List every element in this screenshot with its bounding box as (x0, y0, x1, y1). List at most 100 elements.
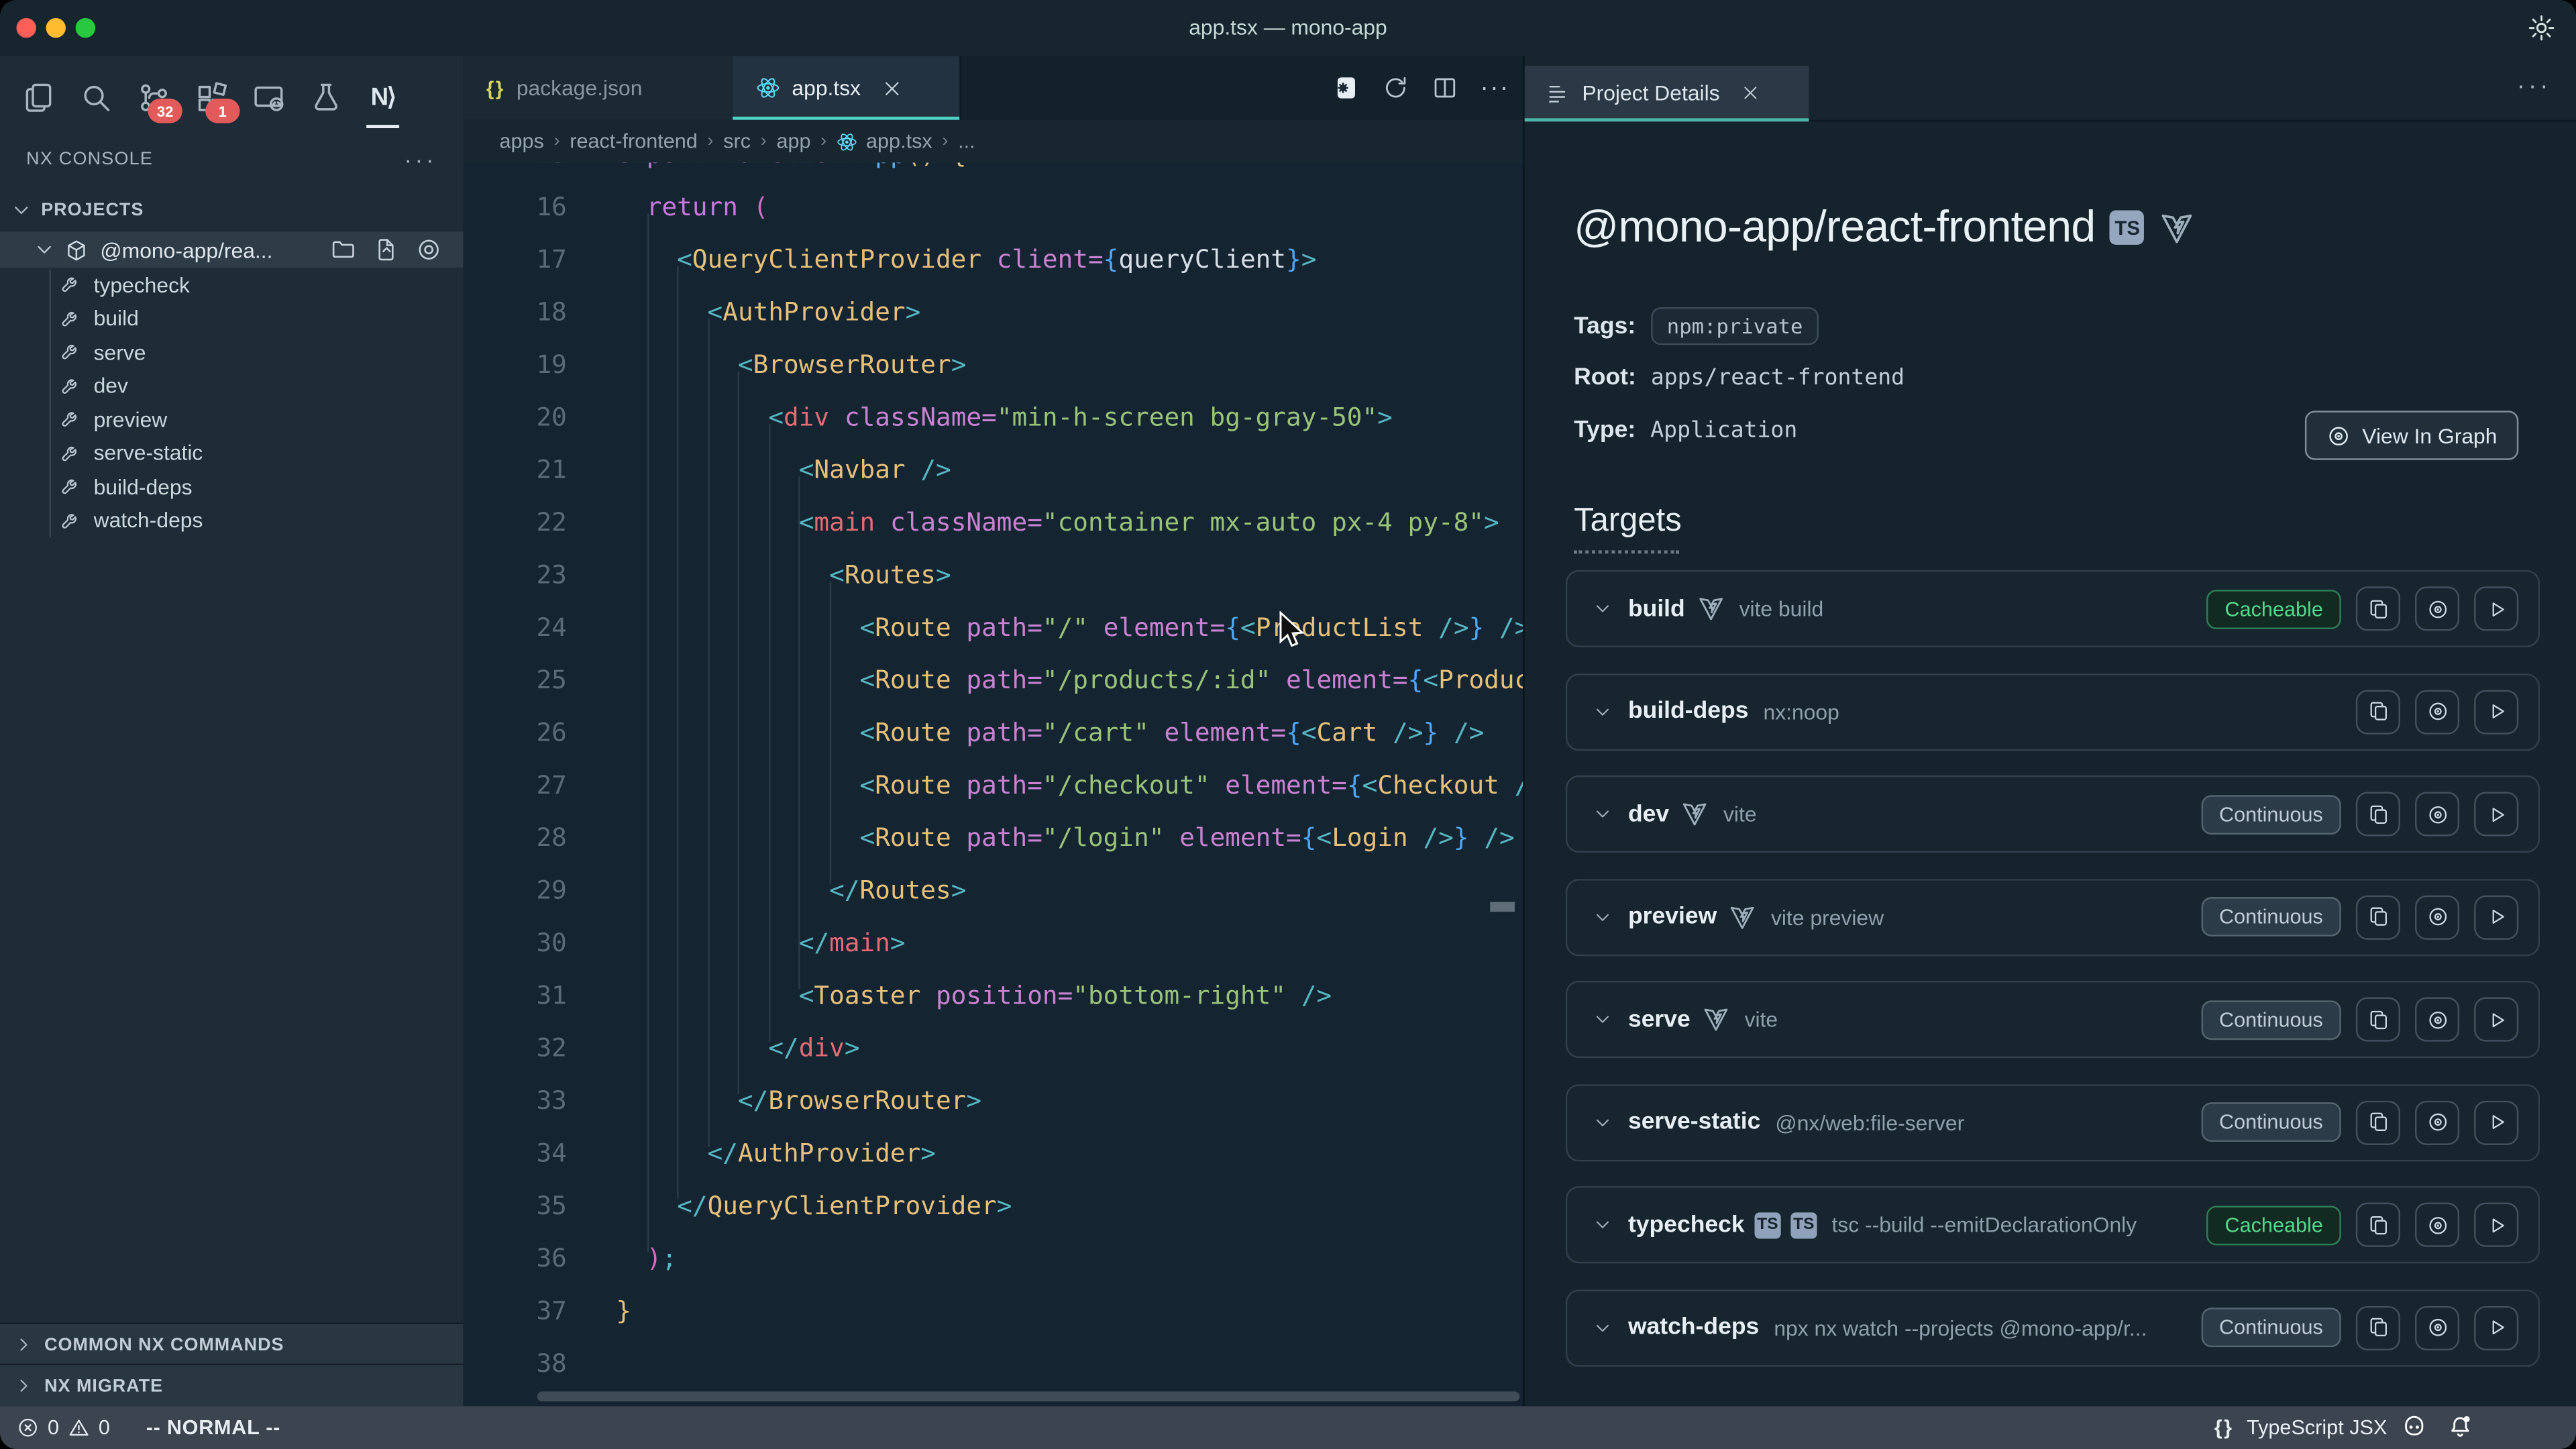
view-target-graph-button[interactable] (2415, 998, 2459, 1042)
target-card-build[interactable]: build vite build Cacheable (1566, 570, 2540, 647)
sidebar-more-actions[interactable]: ··· (404, 146, 437, 172)
code-area[interactable]: 15export function App() {16 return (17 <… (464, 145, 1523, 1407)
close-tab-icon[interactable] (880, 76, 903, 99)
copy-task-button[interactable] (2356, 1305, 2400, 1350)
active-view-indicator (366, 125, 399, 128)
tab-package-json[interactable]: {} package.json (464, 56, 735, 120)
run-target-button[interactable] (2474, 792, 2518, 836)
split-editor-icon[interactable] (1431, 74, 1459, 102)
chevron-down-icon[interactable] (1592, 906, 1613, 928)
target-tree-item-serve[interactable]: serve (0, 335, 464, 369)
run-target-button[interactable] (2474, 894, 2518, 938)
chevron-down-icon[interactable] (1592, 598, 1613, 619)
view-target-graph-button[interactable] (2415, 1305, 2459, 1350)
vite-icon (2159, 209, 2196, 246)
language-mode[interactable]: {} TypeScript JSX (2214, 1416, 2387, 1439)
search-icon[interactable] (74, 76, 117, 119)
target-tree-item-build[interactable]: build (0, 301, 464, 335)
target-tree-item-typecheck[interactable]: typecheck (0, 268, 464, 301)
chevron-down-icon[interactable] (1592, 1214, 1613, 1236)
problems-status[interactable]: 0 0 (16, 1416, 109, 1439)
projects-section-header[interactable]: PROJECTS (0, 191, 464, 230)
view-target-graph-button[interactable] (2415, 1203, 2459, 1247)
tab-app-tsx[interactable]: app.tsx (733, 56, 961, 120)
code-line-34: 34 </AuthProvider> (464, 1127, 1523, 1179)
extensions-icon[interactable]: 1 (189, 76, 232, 119)
target-card-preview[interactable]: preview vite preview Continuous (1566, 878, 2540, 955)
view-target-graph-button[interactable] (2415, 586, 2459, 631)
chevron-down-icon[interactable] (1592, 1317, 1613, 1338)
copy-task-button[interactable] (2356, 792, 2400, 836)
project-row-selected[interactable]: @mono-app/rea... (0, 231, 464, 268)
target-tree-item-serve-static[interactable]: serve-static (0, 436, 464, 470)
nx-console-icon[interactable]: N⟩ (362, 76, 405, 119)
sidebar-section-common-nx-commands[interactable]: COMMON NX COMMANDS (0, 1322, 464, 1365)
target-card-build-deps[interactable]: build-deps nx:noop (1566, 673, 2540, 750)
open-config-file-icon[interactable] (373, 237, 399, 263)
target-tree-item-watch-deps[interactable]: watch-deps (0, 504, 464, 537)
notifications-bell-icon[interactable] (2447, 1413, 2475, 1441)
copy-task-button[interactable] (2356, 1203, 2400, 1247)
copy-task-button[interactable] (2356, 689, 2400, 733)
run-target-button[interactable] (2474, 998, 2518, 1042)
target-tree-item-build-deps[interactable]: build-deps (0, 470, 464, 503)
breadcrumb-item-app.tsx[interactable]: app.tsx (866, 129, 932, 152)
remote-explorer-icon[interactable] (246, 76, 289, 119)
panel-tab-strip: Project Details ··· (1525, 56, 2576, 121)
target-card-serve[interactable]: serve vite Continuous (1566, 981, 2540, 1058)
reveal-folder-icon[interactable] (330, 237, 356, 263)
copy-task-button[interactable] (2356, 586, 2400, 631)
breadcrumb-item-apps[interactable]: apps (499, 129, 543, 152)
nx-project-details-icon[interactable] (1332, 74, 1360, 102)
run-target-button[interactable] (2474, 1100, 2518, 1144)
copy-task-button[interactable] (2356, 1100, 2400, 1144)
project-title: @mono-app/react-frontend (1574, 202, 2095, 253)
code-line-22: 22 <main className="container mx-auto px… (464, 496, 1523, 549)
run-target-button[interactable] (2474, 1203, 2518, 1247)
breadcrumb-item-...[interactable]: ... (958, 129, 975, 152)
view-target-graph-button[interactable] (2415, 792, 2459, 836)
target-tree-item-dev[interactable]: dev (0, 369, 464, 402)
chevron-down-icon[interactable] (1592, 1009, 1613, 1030)
play-icon (2485, 1111, 2508, 1134)
run-target-button[interactable] (2474, 586, 2518, 631)
target-card-typecheck[interactable]: typecheckTSTS tsc --build --emitDeclarat… (1566, 1186, 2540, 1263)
panel-more-actions[interactable]: ··· (2517, 72, 2551, 101)
copy-icon (2367, 597, 2390, 620)
run-target-button[interactable] (2474, 1305, 2518, 1350)
target-card-serve-static[interactable]: serve-static @nx/web:file-server Continu… (1566, 1083, 2540, 1161)
breadcrumb-item-app[interactable]: app (776, 129, 810, 152)
warnings-icon (67, 1416, 90, 1439)
view-in-graph-button[interactable]: View In Graph (2305, 411, 2519, 460)
chevron-down-icon[interactable] (1592, 700, 1613, 722)
chevron-down-icon[interactable] (1592, 1112, 1613, 1133)
more-actions-icon[interactable]: ··· (1481, 74, 1510, 102)
copy-task-button[interactable] (2356, 998, 2400, 1042)
target-name: dev (1628, 801, 1669, 827)
settings-gear-icon[interactable] (2527, 13, 2557, 43)
target-name: serve-static (1628, 1109, 1760, 1135)
target-tree-item-preview[interactable]: preview (0, 402, 464, 436)
target-card-watch-deps[interactable]: watch-deps npx nx watch --projects @mono… (1566, 1289, 2540, 1366)
breadcrumb-item-src[interactable]: src (723, 129, 751, 152)
target-card-dev[interactable]: dev vite Continuous (1566, 775, 2540, 853)
files-icon[interactable] (16, 76, 59, 119)
horizontal-scrollbar[interactable] (537, 1391, 1519, 1401)
view-target-graph-button[interactable] (2415, 689, 2459, 733)
view-in-graph-icon[interactable] (416, 237, 442, 263)
breadcrumb-item-react-frontend[interactable]: react-frontend (570, 129, 698, 152)
run-target-button[interactable] (2474, 689, 2518, 733)
view-target-graph-button[interactable] (2415, 894, 2459, 938)
copy-task-button[interactable] (2356, 894, 2400, 938)
view-target-graph-button[interactable] (2415, 1100, 2459, 1144)
tab-project-details[interactable]: Project Details (1525, 66, 1809, 120)
sidebar: 32 1 N⟩ NX CONSOLE ··· PROJECTS @mono-ap… (0, 56, 464, 1406)
chevron-down-icon[interactable] (1592, 804, 1613, 825)
target-badge: Continuous (2201, 1307, 2341, 1347)
refresh-icon[interactable] (1382, 74, 1410, 102)
copilot-icon[interactable] (2400, 1413, 2428, 1441)
close-tab-icon[interactable] (1739, 82, 1761, 103)
test-beaker-icon[interactable] (304, 76, 347, 119)
source-control-icon[interactable]: 32 (131, 76, 174, 119)
sidebar-section-nx-migrate[interactable]: NX MIGRATE (0, 1364, 464, 1407)
